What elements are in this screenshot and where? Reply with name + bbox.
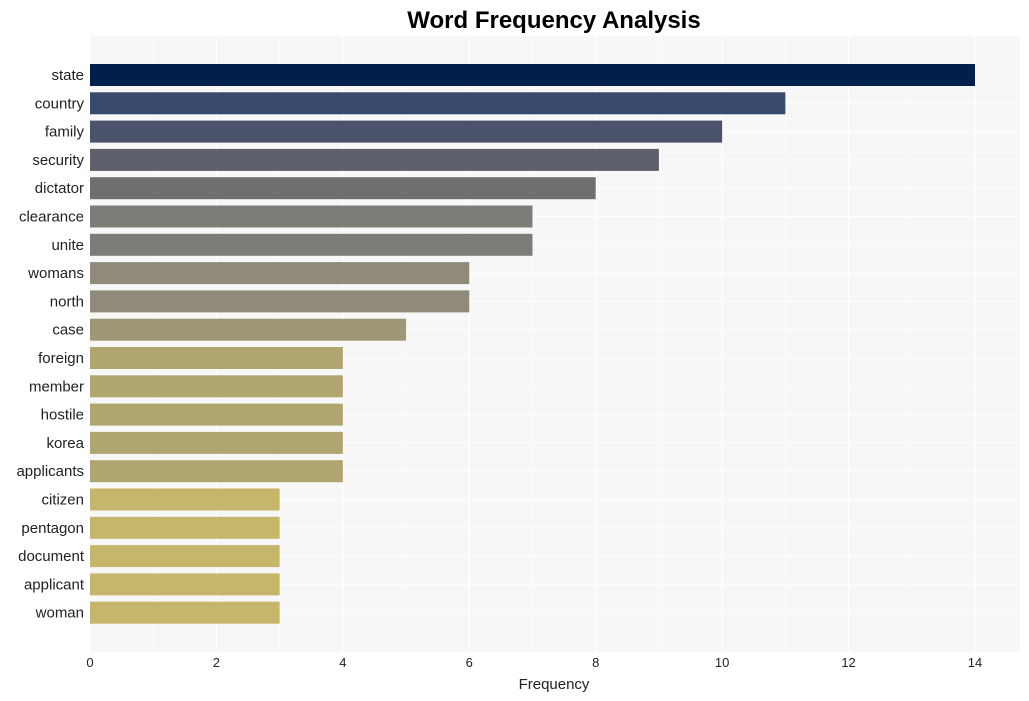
y-tick-label: applicants xyxy=(16,463,84,480)
x-tick-label: 12 xyxy=(841,655,855,670)
bar-korea xyxy=(90,431,343,454)
y-tick-label: member xyxy=(29,378,84,395)
bar-member xyxy=(90,375,343,398)
y-tick-label: case xyxy=(52,322,84,339)
bar-foreign xyxy=(90,347,343,369)
x-tick-label: 8 xyxy=(592,655,599,670)
bar-hostile xyxy=(90,403,343,426)
y-tick-label: dictator xyxy=(35,180,84,197)
y-tick-label: clearance xyxy=(19,209,84,226)
bar-woman xyxy=(90,601,280,624)
bar-state xyxy=(90,64,975,86)
y-tick-label: country xyxy=(35,95,85,112)
y-tick-label: woman xyxy=(35,605,84,622)
x-tick-label: 4 xyxy=(339,655,346,670)
bar-clearance xyxy=(90,205,533,228)
y-tick-label: pentagon xyxy=(21,520,84,537)
y-tick-label: applicant xyxy=(24,576,85,593)
x-tick-label: 14 xyxy=(968,655,982,670)
x-tick-label: 0 xyxy=(86,655,93,670)
y-tick-label: foreign xyxy=(38,350,84,367)
x-tick-label: 10 xyxy=(715,655,729,670)
y-tick-label: family xyxy=(45,124,85,141)
bar-pentagon xyxy=(90,516,280,539)
x-tick-label: 2 xyxy=(213,655,220,670)
bar-country xyxy=(90,92,786,115)
bar-chart: Word Frequency Analysis state country fami… xyxy=(16,7,1020,693)
bar-family xyxy=(90,120,723,143)
bar-unite xyxy=(90,233,533,256)
bar-citizen xyxy=(90,488,280,511)
y-tick-label: unite xyxy=(51,237,84,254)
bar-applicants xyxy=(90,460,343,483)
bar-dictator xyxy=(90,177,596,200)
bar-womans xyxy=(90,262,470,285)
x-axis-label: Frequency xyxy=(519,676,590,693)
y-tick-label: citizen xyxy=(41,492,84,509)
x-tick-label: 6 xyxy=(466,655,473,670)
x-axis-ticks: 0 2 4 6 8 10 12 14 xyxy=(86,655,982,670)
y-tick-label: korea xyxy=(46,435,84,452)
bar-applicant xyxy=(90,573,280,596)
chart-title: Word Frequency Analysis xyxy=(407,7,700,34)
y-tick-label: state xyxy=(51,67,84,84)
y-tick-label: security xyxy=(32,152,84,169)
y-tick-label: womans xyxy=(27,265,84,282)
bar-north xyxy=(90,290,470,313)
y-tick-label: hostile xyxy=(41,407,84,424)
y-tick-label: north xyxy=(50,293,84,310)
bar-security xyxy=(90,148,659,171)
y-axis-labels: state country family security dictator cleara… xyxy=(16,67,84,622)
bar-case xyxy=(90,318,407,341)
bar-document xyxy=(90,545,280,568)
y-tick-label: document xyxy=(18,548,85,565)
